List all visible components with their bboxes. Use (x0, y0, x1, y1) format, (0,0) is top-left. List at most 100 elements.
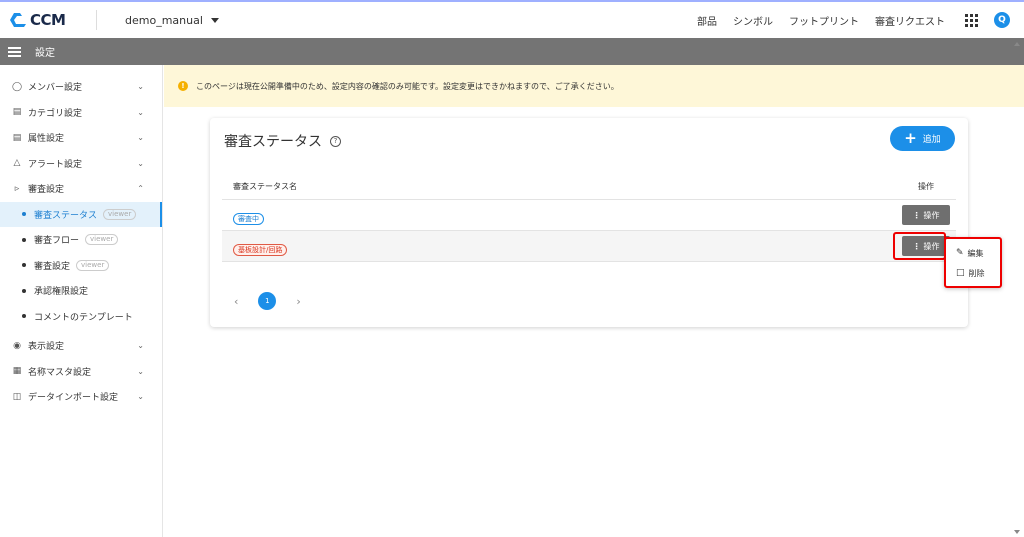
divider (96, 10, 97, 30)
highlight-box (893, 232, 946, 260)
table-row: 審査中 ⋮ 操作 (222, 200, 956, 231)
bullet (22, 212, 26, 217)
context-menu: ✎ 編集 □ 削除 (944, 237, 1002, 288)
table-header: 審査ステータス名 操作 (222, 173, 956, 200)
more-vertical-icon: ⋮ (912, 210, 921, 220)
bullet (22, 237, 26, 242)
menu-item-label: 削除 (968, 268, 985, 278)
warning-icon: ! (178, 81, 188, 91)
sidebar-item-review[interactable]: ▹ 審査設定 ⌃ (0, 176, 162, 202)
nav-footprint[interactable]: フットプリント (789, 13, 859, 28)
scroll-up-icon[interactable] (1014, 42, 1020, 46)
sidebar-item-member[interactable]: ◯ メンバー設定 ⌄ (0, 74, 162, 100)
chevron-down-icon: ⌄ (137, 133, 144, 142)
prev-page-icon[interactable]: ‹ (234, 295, 238, 308)
category-icon: ▤ (12, 107, 22, 118)
bell-icon: △ (13, 158, 21, 169)
logo-text: CCM (30, 11, 66, 29)
viewer-badge: viewer (76, 259, 110, 271)
column-header-action: 操作 (918, 181, 934, 191)
notice-banner: ! このページは現在公開準備中のため、設定内容の確認のみ可能です。設定変更はでき… (164, 65, 1024, 107)
project-name: demo_manual (125, 13, 203, 27)
sidebar-subitem-review-status[interactable]: 審査ステータス viewer (0, 201, 162, 227)
bullet (22, 263, 26, 268)
nav-parts[interactable]: 部品 (697, 13, 717, 28)
review-status-card: 審査ステータス ? + 追加 審査ステータス名 操作 審査中 ⋮ 操作 基板設計… (210, 118, 968, 327)
card-title-text: 審査ステータス (224, 134, 322, 150)
notice-text: このページは現在公開準備中のため、設定内容の確認のみ可能です。設定変更はできかね… (196, 81, 619, 91)
sidebar-subitem-review-settings[interactable]: 審査設定 viewer (0, 253, 162, 279)
menu-icon[interactable] (8, 46, 21, 57)
status-chip: 基板設計/回路 (233, 243, 288, 256)
nav-review-request[interactable]: 審査リクエスト (875, 13, 945, 28)
sidebar-subitem-label: 審査フロー (34, 236, 80, 247)
sidebar-item-label: アラート設定 (28, 159, 83, 170)
bullet (22, 314, 26, 319)
sidebar-subitem-label: 承認権限設定 (34, 287, 89, 298)
status-chip: 審査中 (233, 212, 264, 225)
pencil-icon: ✎ (956, 248, 964, 258)
sidebar-subitem-label: 審査設定 (34, 261, 71, 272)
action-button-label: 操作 (923, 210, 940, 220)
sidebar-item-label: 属性設定 (28, 134, 65, 145)
status-table: 審査ステータス名 操作 審査中 ⋮ 操作 基板設計/回路 ⋮ 操作 (222, 173, 956, 262)
page-number[interactable]: 1 (258, 292, 277, 310)
database-icon: ◫ (12, 391, 22, 402)
eye-icon: ◉ (13, 340, 21, 351)
sidebar: ◯ メンバー設定 ⌄ ▤ カテゴリ設定 ⌄ ▤ 属性設定 ⌄ △ アラート設定 … (0, 65, 163, 537)
stamp-icon: ▹ (14, 183, 20, 194)
top-navigation: 部品 シンボル フットプリント 審査リクエスト Q (697, 12, 1010, 28)
sidebar-item-label: メンバー設定 (28, 83, 83, 94)
add-button[interactable]: + 追加 (890, 126, 955, 151)
trash-icon: □ (956, 268, 965, 278)
viewer-badge: viewer (103, 208, 137, 220)
menu-item-delete[interactable]: □ 削除 (946, 263, 1000, 283)
sidebar-subitem-label: 審査ステータス (34, 210, 98, 221)
logo[interactable]: CCM (8, 11, 88, 29)
chevron-down-icon: ⌄ (137, 366, 144, 376)
menu-item-label: 編集 (967, 248, 984, 258)
sidebar-subitem-approval[interactable]: 承認権限設定 (0, 278, 162, 304)
next-page-icon[interactable]: › (296, 295, 300, 308)
top-bar: CCM demo_manual 部品 シンボル フットプリント 審査リクエスト … (0, 2, 1024, 38)
caret-down-icon (210, 17, 219, 23)
sidebar-item-label: データインポート設定 (28, 393, 119, 404)
add-button-label: 追加 (922, 135, 941, 145)
sidebar-subitem-label: コメントのテンプレート (34, 312, 133, 323)
menu-item-edit[interactable]: ✎ 編集 (946, 243, 1000, 263)
table-icon: ▦ (12, 366, 22, 377)
plus-icon: + (904, 129, 917, 147)
sidebar-item-label: カテゴリ設定 (28, 108, 83, 119)
pagination: ‹ 1 › (234, 292, 301, 310)
scroll-down-icon[interactable] (1014, 530, 1020, 534)
chevron-up-icon: ⌃ (137, 184, 144, 193)
sidebar-subitem-review-flow[interactable]: 審査フロー viewer (0, 227, 162, 253)
sidebar-item-name-master[interactable]: ▦ 名称マスタ設定 ⌄ (0, 359, 162, 385)
sidebar-item-label: 名称マスタ設定 (28, 367, 92, 378)
sidebar-item-alert[interactable]: △ アラート設定 ⌄ (0, 151, 162, 177)
sidebar-item-label: 審査設定 (28, 185, 65, 196)
nav-symbol[interactable]: シンボル (733, 13, 773, 28)
chevron-down-icon: ⌄ (137, 392, 144, 401)
user-avatar[interactable]: Q (994, 12, 1010, 28)
sidebar-subitem-comment-template[interactable]: コメントのテンプレート (0, 304, 162, 330)
apps-grid-icon[interactable] (965, 13, 978, 27)
header-bar: 設定 (0, 38, 1024, 65)
table-row: 基板設計/回路 ⋮ 操作 (222, 231, 956, 262)
sidebar-item-category[interactable]: ▤ カテゴリ設定 ⌄ (0, 100, 162, 126)
chevron-down-icon: ⌄ (137, 82, 144, 91)
chevron-down-icon: ⌄ (137, 107, 144, 117)
sidebar-item-attribute[interactable]: ▤ 属性設定 ⌄ (0, 125, 162, 151)
sidebar-item-data-import[interactable]: ◫ データインポート設定 ⌄ (0, 384, 162, 410)
chevron-down-icon: ⌄ (137, 158, 144, 168)
help-icon[interactable]: ? (330, 135, 341, 147)
sidebar-item-label: 表示設定 (28, 342, 65, 353)
chevron-down-icon: ⌄ (137, 341, 144, 350)
action-button[interactable]: ⋮ 操作 (902, 205, 950, 225)
bullet (22, 288, 26, 293)
ccm-logo-icon (10, 13, 26, 27)
project-selector[interactable]: demo_manual (125, 14, 219, 27)
page-title: 設定 (35, 48, 55, 59)
sidebar-item-display[interactable]: ◉ 表示設定 ⌄ (0, 333, 162, 359)
person-icon: ◯ (12, 81, 23, 92)
